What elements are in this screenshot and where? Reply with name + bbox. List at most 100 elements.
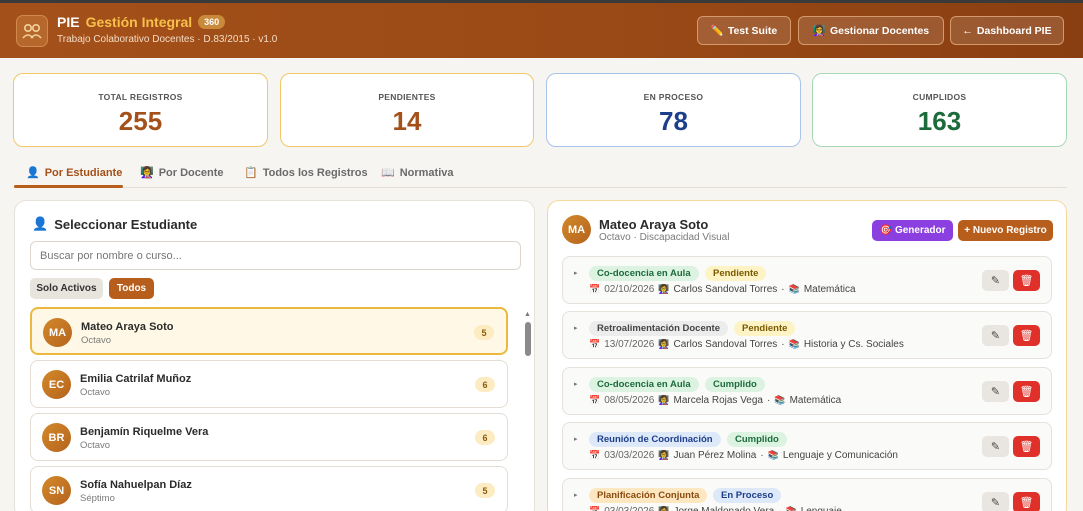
student-item[interactable]: SN Sofía Nahuelpan Díaz Séptimo 5	[30, 466, 508, 511]
student-item[interactable]: EC Emilia Catrilaf Muñoz Octavo 6	[30, 360, 508, 408]
student-name: Emilia Catrilaf Muñoz	[80, 373, 192, 385]
record-subject: Matemática	[789, 395, 842, 406]
edit-icon[interactable]: ✎	[982, 270, 1009, 291]
student-records-panel: MA Mateo Araya Soto Octavo · Discapacida…	[547, 200, 1067, 511]
tab-por-estudiante[interactable]: 👤 Por Estudiante	[26, 166, 122, 180]
trash-icon[interactable]: 🗑	[1013, 381, 1040, 402]
record-subject: Matemática	[803, 284, 856, 295]
record-date: 02/10/2026	[604, 284, 655, 295]
student-name: Mateo Araya Soto	[81, 321, 174, 333]
stat-value: 163	[917, 106, 962, 136]
record-teacher: Carlos Sandoval Torres	[673, 284, 778, 295]
tab-todos-los-registros[interactable]: 📋 Todos los Registros	[244, 166, 368, 180]
arrow-left-icon: ←	[962, 24, 973, 37]
active-tab-indicator	[14, 185, 123, 188]
record-type-tag: Retroalimentación Docente	[589, 321, 728, 336]
student-search-input[interactable]	[30, 241, 521, 270]
record-row[interactable]: ▸ Co-docencia en Aula Pendiente 📅 02/10/2026…	[562, 256, 1052, 304]
books-icon: 📚	[788, 284, 800, 294]
brand-prefix: PIE	[57, 14, 80, 30]
record-meta: 📅03/03/2026 👩‍🏫 Jorge Maldonado Vera· 📚 Leng…	[589, 506, 842, 511]
scroll-thumb[interactable]	[525, 322, 531, 356]
student-selector-panel: 👤 Seleccionar Estudiante Solo Activos To…	[14, 200, 535, 511]
record-subject: Lenguaje y Comunicación	[782, 450, 898, 461]
record-subject: Historia y Cs. Sociales	[803, 339, 904, 350]
record-row[interactable]: ▸ Planificación Conjunta En Proceso 📅03/03/…	[562, 478, 1052, 511]
edit-icon[interactable]: ✎	[982, 325, 1009, 346]
person-icon: 👤	[32, 216, 49, 231]
test-suite-label: Test Suite	[727, 24, 778, 37]
record-count-badge: 5	[474, 325, 494, 340]
student-course: Séptimo	[80, 493, 115, 504]
tab-label: Normativa	[399, 166, 454, 179]
edit-icon[interactable]: ✎	[982, 436, 1009, 457]
avatar: SN	[42, 476, 71, 505]
scroll-up-arrow-icon[interactable]: ▲	[524, 311, 531, 318]
books-icon: 📚	[774, 395, 786, 405]
student-name: Sofía Nahuelpan Díaz	[80, 479, 192, 491]
stat-label: EN PROCESO	[643, 92, 704, 102]
record-row[interactable]: ▸ Co-docencia en Aula Cumplido 📅 08/05/2026 👩…	[562, 367, 1052, 415]
record-count-badge: 6	[475, 377, 495, 392]
student-course: Octavo	[80, 387, 111, 398]
calendar-icon: 📅	[589, 284, 601, 294]
brand: PIE Gestión Integral 360	[57, 14, 226, 30]
student-item-selected[interactable]: MA Mateo Araya Soto Octavo 5	[30, 307, 508, 355]
filter-solo-activos[interactable]: Solo Activos	[30, 278, 103, 299]
record-meta: 📅 13/07/2026 👩‍🏫 Carlos Sandoval Torres · 📚 Hi…	[589, 339, 904, 350]
student-item[interactable]: BR Benjamín Riquelme Vera Octavo 6	[30, 413, 508, 461]
trash-icon[interactable]: 🗑	[1013, 325, 1040, 346]
test-suite-button[interactable]: ✏️ Test Suite	[697, 16, 791, 45]
generator-button[interactable]: 🎯 Generador	[872, 220, 953, 241]
teacher-icon: 👩‍🏫	[658, 395, 670, 405]
tab-por-docente[interactable]: 👩‍🏫 Por Docente	[140, 166, 224, 180]
record-row[interactable]: ▸ Retroalimentación Docente Pendiente 📅 13/0…	[562, 311, 1052, 359]
panel-title-label: Seleccionar Estudiante	[54, 216, 198, 232]
tab-normativa[interactable]: 📖 Normativa	[381, 166, 454, 180]
record-type-tag: Planificación Conjunta	[589, 488, 708, 503]
record-type-tag: Co-docencia en Aula	[589, 266, 699, 281]
expand-caret-icon[interactable]: ▸	[574, 324, 578, 332]
stat-value: 255	[118, 106, 163, 136]
student-course: Octavo	[81, 335, 112, 346]
separator: ·	[781, 339, 785, 350]
separator: ·	[767, 395, 771, 406]
selected-student-name: Mateo Araya Soto	[599, 217, 709, 232]
new-record-button[interactable]: + Nuevo Registro	[958, 220, 1053, 241]
app-header: PIE Gestión Integral 360 Trabajo Colabor…	[0, 3, 1083, 58]
edit-icon[interactable]: ✎	[982, 381, 1009, 402]
record-subject: Lenguaje	[801, 506, 842, 511]
record-date: 08/05/2026	[604, 395, 655, 406]
record-status-tag: Pendiente	[705, 266, 767, 281]
dashboard-pie-label: Dashboard PIE	[976, 24, 1052, 37]
record-status-tag: Cumplido	[727, 432, 787, 447]
avatar: EC	[42, 370, 71, 399]
edit-icon[interactable]: ✎	[982, 492, 1009, 511]
tab-label: Por Docente	[158, 166, 224, 179]
expand-caret-icon[interactable]: ▸	[574, 435, 578, 443]
panel-title: 👤 Seleccionar Estudiante	[32, 216, 197, 232]
manage-teachers-label: Gestionar Docentes	[829, 24, 930, 37]
person-icon: 👤	[26, 167, 40, 179]
trash-icon[interactable]: 🗑	[1013, 270, 1040, 291]
teacher-icon: 👩‍🏫	[140, 167, 154, 179]
separator: ·	[781, 284, 785, 295]
teacher-icon: 👩‍🏫	[658, 506, 670, 511]
pencil-icon: ✏️	[710, 25, 724, 37]
manage-teachers-button[interactable]: 👩‍🏫 Gestionar Docentes	[798, 16, 944, 45]
trash-icon[interactable]: 🗑	[1013, 436, 1040, 457]
trash-icon[interactable]: 🗑	[1013, 492, 1040, 511]
record-status-tag: Pendiente	[734, 321, 796, 336]
student-list-scrollbar[interactable]: ▲	[524, 311, 532, 511]
stat-label: TOTAL REGISTROS	[98, 92, 183, 102]
record-date: 03/03/2026	[604, 450, 655, 461]
filter-todos[interactable]: Todos	[109, 278, 154, 299]
expand-caret-icon[interactable]: ▸	[574, 380, 578, 388]
dashboard-pie-button[interactable]: ← Dashboard PIE	[950, 16, 1064, 45]
teacher-icon: 👩‍🏫	[812, 25, 826, 37]
expand-caret-icon[interactable]: ▸	[574, 269, 578, 277]
record-row[interactable]: ▸ Reunión de Coordinación Cumplido 📅 03/03/2…	[562, 422, 1052, 470]
expand-caret-icon[interactable]: ▸	[574, 491, 578, 499]
record-count-badge: 5	[475, 483, 495, 498]
brand-name: Gestión Integral	[85, 14, 193, 30]
